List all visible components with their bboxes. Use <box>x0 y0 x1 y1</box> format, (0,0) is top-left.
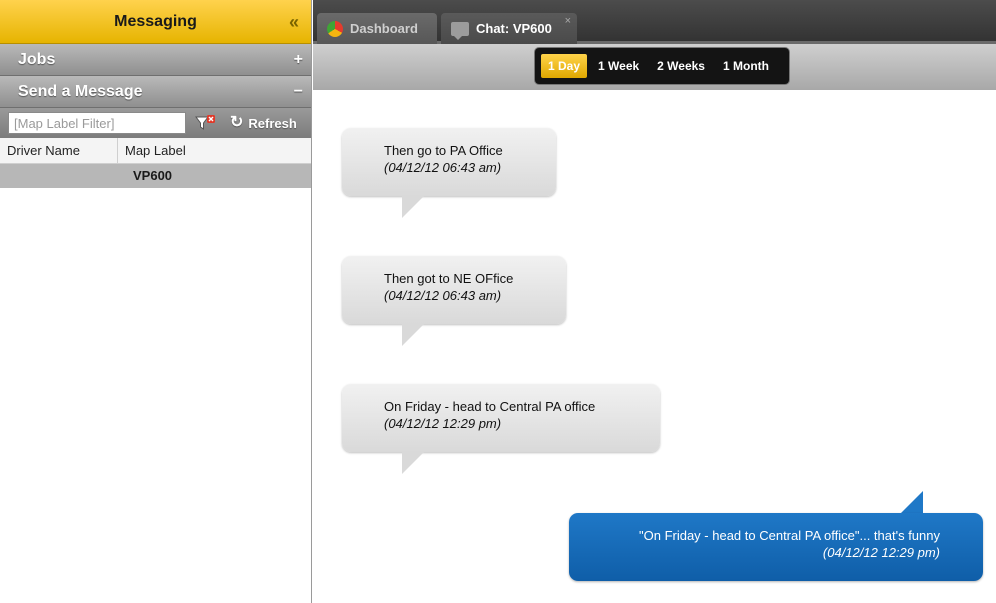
outgoing-message: "On Friday - head to Central PA office".… <box>569 513 983 581</box>
tab-chat-vp600[interactable]: Chat: VP600 × <box>441 13 577 44</box>
tab-chat-label: Chat: VP600 <box>476 21 552 36</box>
close-tab-icon[interactable]: × <box>565 15 571 27</box>
collapse-sidebar-icon[interactable]: « <box>289 12 299 33</box>
messaging-sidebar: Messaging « Jobs + Send a Message − ↻ Re… <box>0 0 312 603</box>
time-range-bar: 1 Day 1 Week 2 Weeks 1 Month <box>313 44 996 90</box>
expand-plus-icon[interactable]: + <box>294 44 303 76</box>
sidebar-title: Messaging <box>114 13 197 30</box>
chat-message-area[interactable]: Then go to PA Office (04/12/12 06:43 am)… <box>313 93 996 603</box>
message-timestamp: (04/12/12 12:29 pm) <box>822 545 940 560</box>
message-timestamp: (04/12/12 12:29 pm) <box>384 416 502 431</box>
bubble-tail <box>402 324 424 346</box>
bubble-tail <box>402 196 424 218</box>
filter-toolbar: ↻ Refresh <box>0 108 311 138</box>
accordion-jobs[interactable]: Jobs + <box>0 44 311 76</box>
incoming-message: Then got to NE OFfice (04/12/12 06:43 am… <box>342 256 566 324</box>
refresh-label: Refresh <box>248 115 297 131</box>
message-text: "On Friday - head to Central PA office".… <box>639 528 940 543</box>
tab-dashboard-label: Dashboard <box>350 21 418 36</box>
driver-table-header: Driver Name Map Label <box>0 138 311 164</box>
accordion-jobs-label: Jobs <box>18 51 56 68</box>
message-text: Then got to NE OFfice <box>384 271 514 286</box>
main-panel: Dashboard Chat: VP600 × 1 Day 1 Week 2 W… <box>313 0 996 603</box>
range-2-weeks-button[interactable]: 2 Weeks <box>650 54 712 78</box>
message-timestamp: (04/12/12 06:43 am) <box>384 160 502 175</box>
bubble-tail <box>402 452 424 474</box>
incoming-message: On Friday - head to Central PA office (0… <box>342 384 660 452</box>
message-timestamp: (04/12/12 06:43 am) <box>384 288 502 303</box>
column-header-driver-name[interactable]: Driver Name <box>0 138 118 163</box>
range-1-month-button[interactable]: 1 Month <box>716 54 776 78</box>
tab-dashboard[interactable]: Dashboard <box>317 13 437 44</box>
accordion-send-message[interactable]: Send a Message − <box>0 76 311 108</box>
dashboard-pie-icon <box>327 20 343 37</box>
collapse-minus-icon[interactable]: − <box>294 76 303 108</box>
table-row[interactable]: VP600 <box>0 164 311 188</box>
refresh-icon: ↻ <box>230 114 244 131</box>
sidebar-header: Messaging « <box>0 0 311 44</box>
time-range-selector: 1 Day 1 Week 2 Weeks 1 Month <box>535 48 789 84</box>
bubble-tail <box>901 491 923 513</box>
column-header-map-label[interactable]: Map Label <box>118 138 311 163</box>
map-label-filter-input[interactable] <box>8 112 186 134</box>
clear-filter-icon[interactable] <box>194 114 216 132</box>
cell-map-label: VP600 <box>133 168 173 183</box>
cell-driver-name <box>0 164 126 188</box>
incoming-message: Then go to PA Office (04/12/12 06:43 am) <box>342 128 556 196</box>
message-text: On Friday - head to Central PA office <box>384 399 596 414</box>
range-1-day-button[interactable]: 1 Day <box>541 54 588 78</box>
range-1-week-button[interactable]: 1 Week <box>591 54 646 78</box>
accordion-send-message-label: Send a Message <box>18 83 143 100</box>
message-text: Then go to PA Office <box>384 143 503 158</box>
chat-bubble-icon <box>451 21 469 40</box>
refresh-button[interactable]: ↻ Refresh <box>230 114 297 132</box>
tab-bar: Dashboard Chat: VP600 × <box>313 0 996 44</box>
